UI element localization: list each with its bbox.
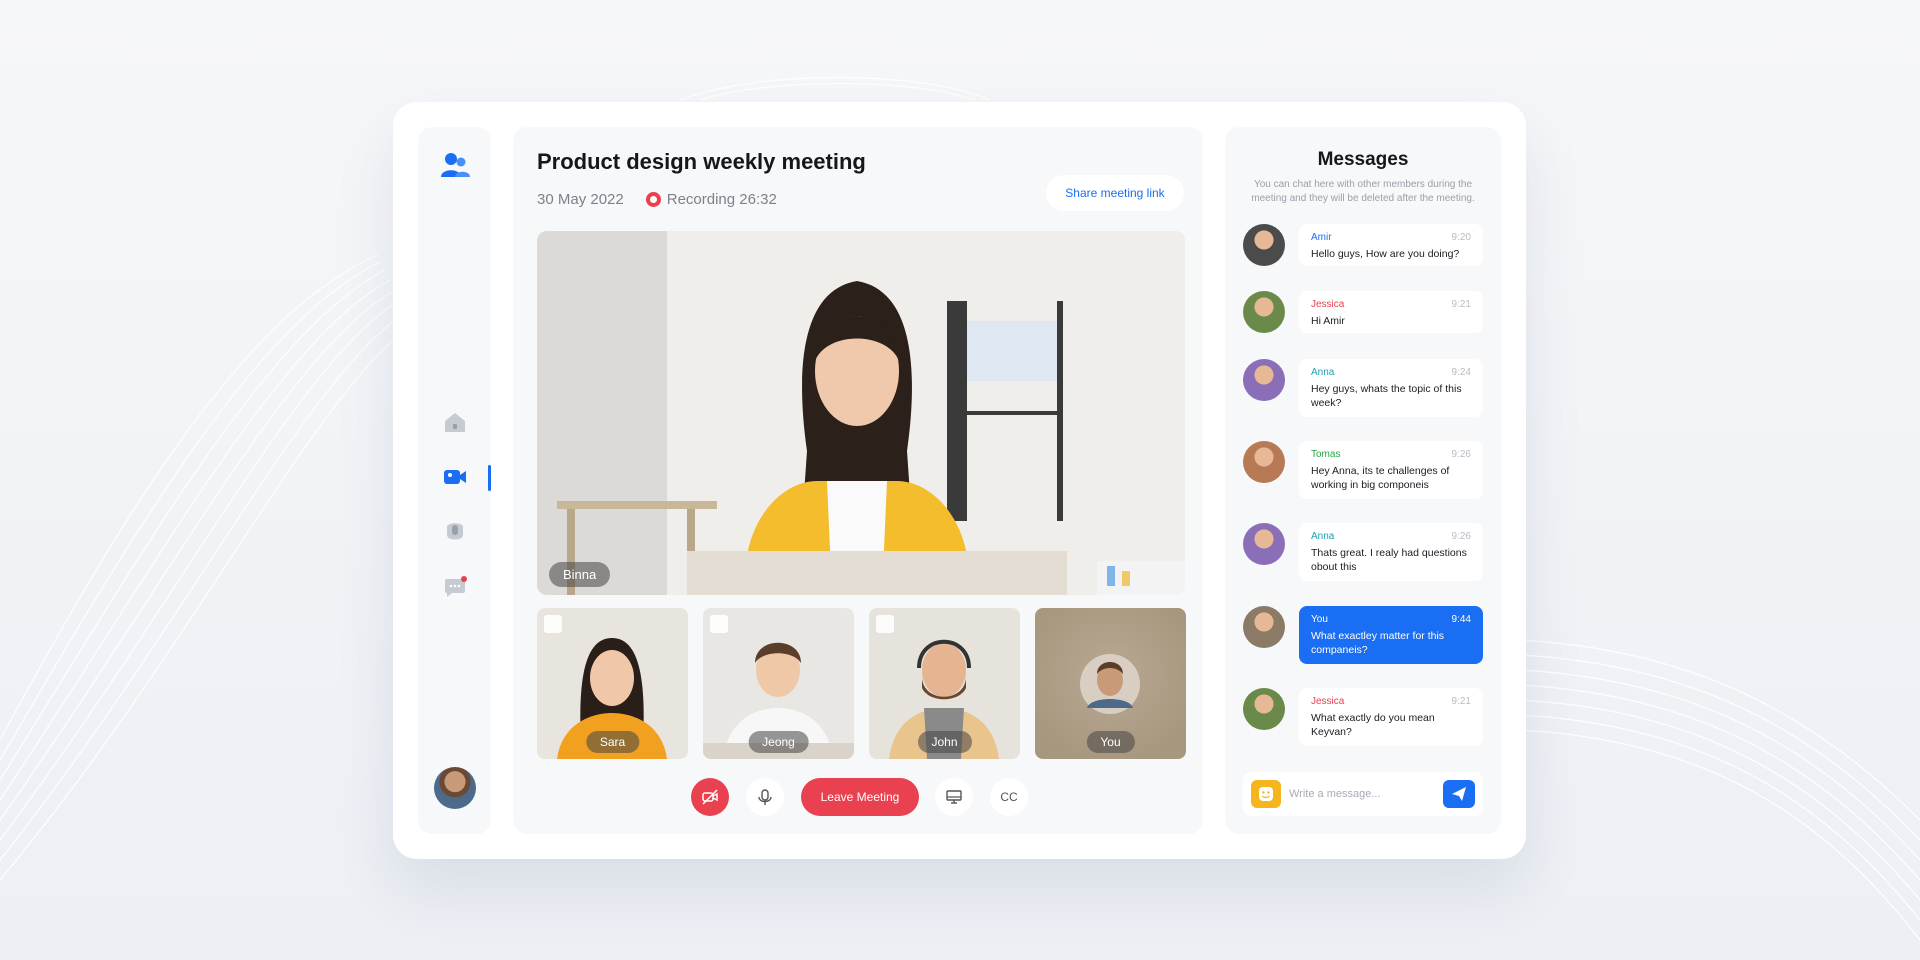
- share-screen-button[interactable]: [935, 778, 973, 816]
- message-text: Hello guys, How are you doing?: [1311, 248, 1460, 260]
- expand-icon[interactable]: [710, 615, 728, 633]
- message-bubble: Jessica 9:21 What exactly do you mean Keyv…: [1299, 688, 1483, 746]
- chat-icon[interactable]: [442, 574, 468, 600]
- microphone-button[interactable]: [746, 778, 784, 816]
- messages-title: Messages: [1317, 149, 1409, 170]
- messages-panel: Messages You can chat here with other me…: [1225, 127, 1501, 834]
- message-avatar: [1243, 688, 1285, 730]
- message-text: Hey guys, whats the topic of this week?: [1311, 383, 1462, 409]
- message-time: 9:20: [1451, 232, 1471, 243]
- message-sender: Amir: [1311, 232, 1332, 243]
- sidebar: [418, 127, 491, 834]
- message-bubble: Anna 9:26 Thats great. I realy had questio…: [1299, 523, 1483, 581]
- camera-off-icon: [702, 789, 718, 805]
- meeting-meta: 30 May 2022 Recording 26:32: [537, 191, 777, 208]
- camera-off-button[interactable]: [691, 778, 729, 816]
- message-avatar: [1243, 441, 1285, 483]
- message-text: Thats great. I realy had questions obout…: [1311, 547, 1467, 573]
- message-avatar: [1243, 224, 1285, 266]
- call-controls: Leave Meeting CC: [513, 775, 1203, 816]
- message-bubble: Amir 9:20 Hello guys, How are you doing?: [1299, 224, 1483, 266]
- participant-name-label: You: [1086, 731, 1135, 753]
- speaker-video-frame: [537, 231, 1185, 595]
- message-avatar: [1243, 606, 1285, 648]
- message-sender: Jessica: [1311, 299, 1345, 310]
- message-time: 9:21: [1451, 696, 1471, 707]
- message-time: 9:24: [1451, 367, 1471, 378]
- message-time: 9:21: [1451, 299, 1471, 310]
- users-logo-icon: [441, 153, 470, 177]
- send-button[interactable]: [1443, 780, 1475, 808]
- participant-tile-jeong[interactable]: Jeong: [703, 608, 854, 759]
- participant-tile-john[interactable]: John: [869, 608, 1020, 759]
- monitor-icon: [946, 790, 962, 804]
- send-icon: [1452, 787, 1466, 801]
- share-meeting-link-button[interactable]: Share meeting link: [1046, 175, 1184, 211]
- message-bubble: Jessica 9:21 Hi Amir: [1299, 291, 1483, 333]
- participant-name-label: Sara: [585, 731, 640, 753]
- message-sender: Anna: [1311, 531, 1335, 542]
- participant-tile-you[interactable]: You: [1035, 608, 1186, 759]
- message-sender: Tomas: [1311, 449, 1341, 460]
- message-sender: You: [1311, 614, 1328, 625]
- home-icon[interactable]: [442, 409, 468, 435]
- message-avatar: [1243, 359, 1285, 401]
- message-time: 9:26: [1451, 531, 1471, 542]
- message-text: Hi Amir: [1311, 315, 1345, 327]
- leave-meeting-button[interactable]: Leave Meeting: [801, 778, 919, 816]
- message-sender: Anna: [1311, 367, 1335, 378]
- video-camera-icon[interactable]: [442, 464, 468, 490]
- participant-name-label: John: [917, 731, 972, 753]
- emoji-icon: [1259, 787, 1273, 801]
- message-time: 9:26: [1451, 449, 1471, 460]
- message-bubble: Anna 9:24 Hey guys, whats the topic of thi…: [1299, 359, 1483, 417]
- message-text: What exactley matter for this companeis?: [1311, 630, 1445, 656]
- message-input[interactable]: [1289, 780, 1429, 808]
- message-sender: Jessica: [1311, 696, 1345, 707]
- main-speaker-video[interactable]: Binna: [537, 231, 1185, 595]
- recording-status: Recording 26:32: [666, 191, 777, 208]
- message-text: Hey Anna, its te challenges of working i…: [1311, 465, 1450, 491]
- message-text: What exactly do you mean Keyvan?: [1311, 712, 1435, 738]
- meeting-app-window: Product design weekly meeting 30 May 202…: [393, 102, 1526, 859]
- message-composer: [1243, 772, 1483, 816]
- message-time: 9:44: [1451, 614, 1471, 625]
- expand-icon[interactable]: [544, 615, 562, 633]
- expand-icon[interactable]: [876, 615, 894, 633]
- message-avatar: [1243, 523, 1285, 565]
- message-avatar: [1243, 291, 1285, 333]
- meeting-panel: Product design weekly meeting 30 May 202…: [513, 127, 1203, 834]
- meeting-title: Product design weekly meeting: [537, 149, 866, 174]
- microphone-icon[interactable]: [442, 519, 468, 545]
- emoji-button[interactable]: [1251, 780, 1281, 808]
- message-bubble: You 9:44 What exactley matter for this com…: [1299, 606, 1483, 664]
- user-avatar[interactable]: [434, 767, 476, 809]
- active-indicator: [488, 465, 491, 491]
- captions-button[interactable]: CC: [990, 778, 1028, 816]
- participant-tile-sara[interactable]: Sara: [537, 608, 688, 759]
- meeting-date: 30 May 2022: [537, 191, 624, 208]
- microphone-icon: [758, 789, 772, 805]
- messages-description: You can chat here with other members dur…: [1251, 179, 1475, 204]
- message-bubble: Tomas 9:26 Hey Anna, its te challenges of …: [1299, 441, 1483, 499]
- recording-icon: [645, 192, 661, 207]
- speaker-name-label: Binna: [549, 562, 611, 587]
- participant-name-label: Jeong: [748, 731, 809, 753]
